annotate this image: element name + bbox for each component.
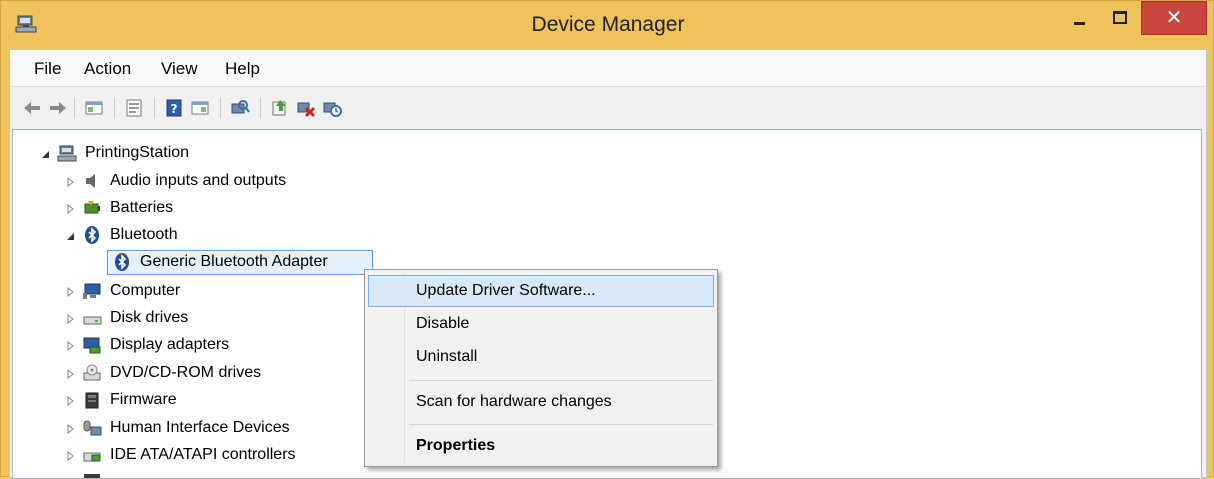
toolbar: ? — [10, 87, 1206, 129]
minimize-button[interactable] — [1065, 3, 1095, 33]
tree-item-label: Display adapters — [110, 336, 230, 353]
firmware-icon — [85, 392, 99, 409]
collapsed-arrow-icon[interactable] — [65, 287, 75, 297]
tree-item-ide-ata-atapi-controllers[interactable]: IDE ATA/ATAPI controllers — [13, 444, 353, 468]
uninstall-menu-item[interactable]: Uninstall — [368, 341, 714, 373]
tree-root-label: PrintingStation — [85, 144, 190, 161]
window-title: Device Manager — [531, 13, 685, 36]
tree-item-generic-bluetooth-adapter[interactable]: Generic Bluetooth Adapter — [13, 250, 413, 275]
tree-item-dvd-cd-rom-drives[interactable]: DVD/CD-ROM drives — [13, 362, 353, 386]
display-adapter-icon — [83, 337, 101, 354]
disk-drive-icon — [83, 316, 102, 325]
rollback-icon[interactable] — [322, 98, 342, 118]
tree-item-computer[interactable]: Computer — [13, 280, 353, 304]
tree-item-label: Batteries — [110, 199, 174, 216]
menu-file[interactable]: File — [34, 59, 61, 79]
toolbar-separator — [260, 97, 261, 119]
bluetooth-icon — [115, 253, 129, 271]
tree-item-label: Computer — [110, 282, 181, 299]
tree-item-label: IDE ATA/ATAPI controllers — [110, 446, 296, 463]
forward-icon[interactable] — [48, 98, 68, 118]
tree-item-label: Human Interface Devices — [110, 419, 290, 436]
show-hide-action-pane-icon[interactable] — [190, 98, 210, 118]
toolbar-separator — [74, 97, 75, 119]
collapsed-arrow-icon[interactable] — [65, 424, 75, 434]
tree-item-label: Disk drives — [110, 309, 189, 326]
properties-menu-item[interactable]: Properties — [368, 430, 714, 462]
uninstall-icon[interactable] — [296, 98, 316, 118]
close-icon: ✕ — [1165, 7, 1183, 29]
context-menu: Update Driver Software... Disable Uninst… — [364, 269, 718, 467]
disable-menu-item[interactable]: Disable — [368, 308, 714, 340]
tree-item-label: Audio inputs and outputs — [110, 172, 287, 189]
monitor-icon — [83, 283, 101, 299]
tree-item-display-adapters[interactable]: Display adapters — [13, 334, 353, 358]
toolbar-separator — [114, 97, 115, 119]
speaker-icon — [86, 174, 95, 188]
device-manager-window: Device Manager ✕ File Action View Help ?… — [0, 0, 1214, 479]
expanded-arrow-icon[interactable] — [65, 231, 75, 241]
tree-item-firmware[interactable]: Firmware — [13, 389, 353, 413]
scan-hardware-icon[interactable] — [230, 98, 250, 118]
back-icon[interactable] — [22, 98, 42, 118]
tree-item-label: DVD/CD-ROM drives — [110, 364, 262, 381]
maximize-button[interactable] — [1105, 3, 1135, 33]
bluetooth-icon — [85, 226, 99, 244]
collapsed-arrow-icon[interactable] — [65, 204, 75, 214]
scan-for-hardware-changes-menu-item[interactable]: Scan for hardware changes — [368, 386, 714, 418]
ide-controller-icon — [83, 452, 101, 462]
menu-item-label: Disable — [416, 315, 470, 332]
menu-view[interactable]: View — [161, 59, 198, 79]
menu-action[interactable]: Action — [84, 59, 131, 79]
menu-item-label: Properties — [416, 437, 496, 454]
update-driver-icon[interactable] — [270, 98, 290, 118]
computer-node-icon — [57, 145, 77, 162]
collapsed-arrow-icon[interactable] — [65, 314, 75, 324]
collapsed-arrow-icon[interactable] — [65, 396, 75, 406]
collapsed-arrow-icon[interactable] — [65, 341, 75, 351]
tree-item-audio[interactable]: Audio inputs and outputs — [13, 170, 413, 194]
close-button[interactable]: ✕ — [1141, 1, 1207, 35]
cut-off-tree-icon — [84, 474, 100, 478]
menu-separator — [409, 380, 713, 381]
svg-text:?: ? — [171, 102, 178, 116]
toolbar-separator — [220, 97, 221, 119]
expanded-arrow-icon[interactable] — [40, 149, 50, 159]
hid-icon — [83, 420, 102, 436]
menu-item-label: Uninstall — [416, 348, 478, 365]
tree-item-batteries[interactable]: Batteries — [13, 197, 413, 221]
collapsed-arrow-icon[interactable] — [65, 369, 75, 379]
help-icon[interactable]: ? — [164, 98, 184, 118]
tree-root[interactable]: PrintingStation — [13, 142, 413, 166]
dvd-drive-icon — [83, 364, 101, 381]
tree-item-disk-drives[interactable]: Disk drives — [13, 307, 353, 331]
properties-icon[interactable] — [124, 98, 144, 118]
toolbar-separator — [154, 97, 155, 119]
collapsed-arrow-icon[interactable] — [65, 177, 75, 187]
menu-separator — [409, 424, 713, 425]
title-bar[interactable]: Device Manager ✕ — [1, 1, 1214, 49]
collapsed-arrow-icon[interactable] — [65, 451, 75, 461]
menu-item-label: Update Driver Software... — [416, 282, 596, 299]
tree-item-bluetooth[interactable]: Bluetooth — [13, 224, 413, 248]
battery-icon — [84, 201, 100, 214]
tree-item-human-interface-devices[interactable]: Human Interface Devices — [13, 417, 353, 441]
menu-bar: File Action View Help — [10, 50, 1206, 87]
tree-item-label: Firmware — [110, 391, 177, 408]
show-hide-console-tree-icon[interactable] — [84, 98, 104, 118]
menu-help[interactable]: Help — [225, 59, 260, 79]
tree-item-label: Bluetooth — [110, 226, 178, 243]
menu-item-label: Scan for hardware changes — [416, 393, 612, 410]
tree-item-label: Generic Bluetooth Adapter — [140, 253, 328, 270]
update-driver-software-menu-item[interactable]: Update Driver Software... — [368, 275, 714, 307]
